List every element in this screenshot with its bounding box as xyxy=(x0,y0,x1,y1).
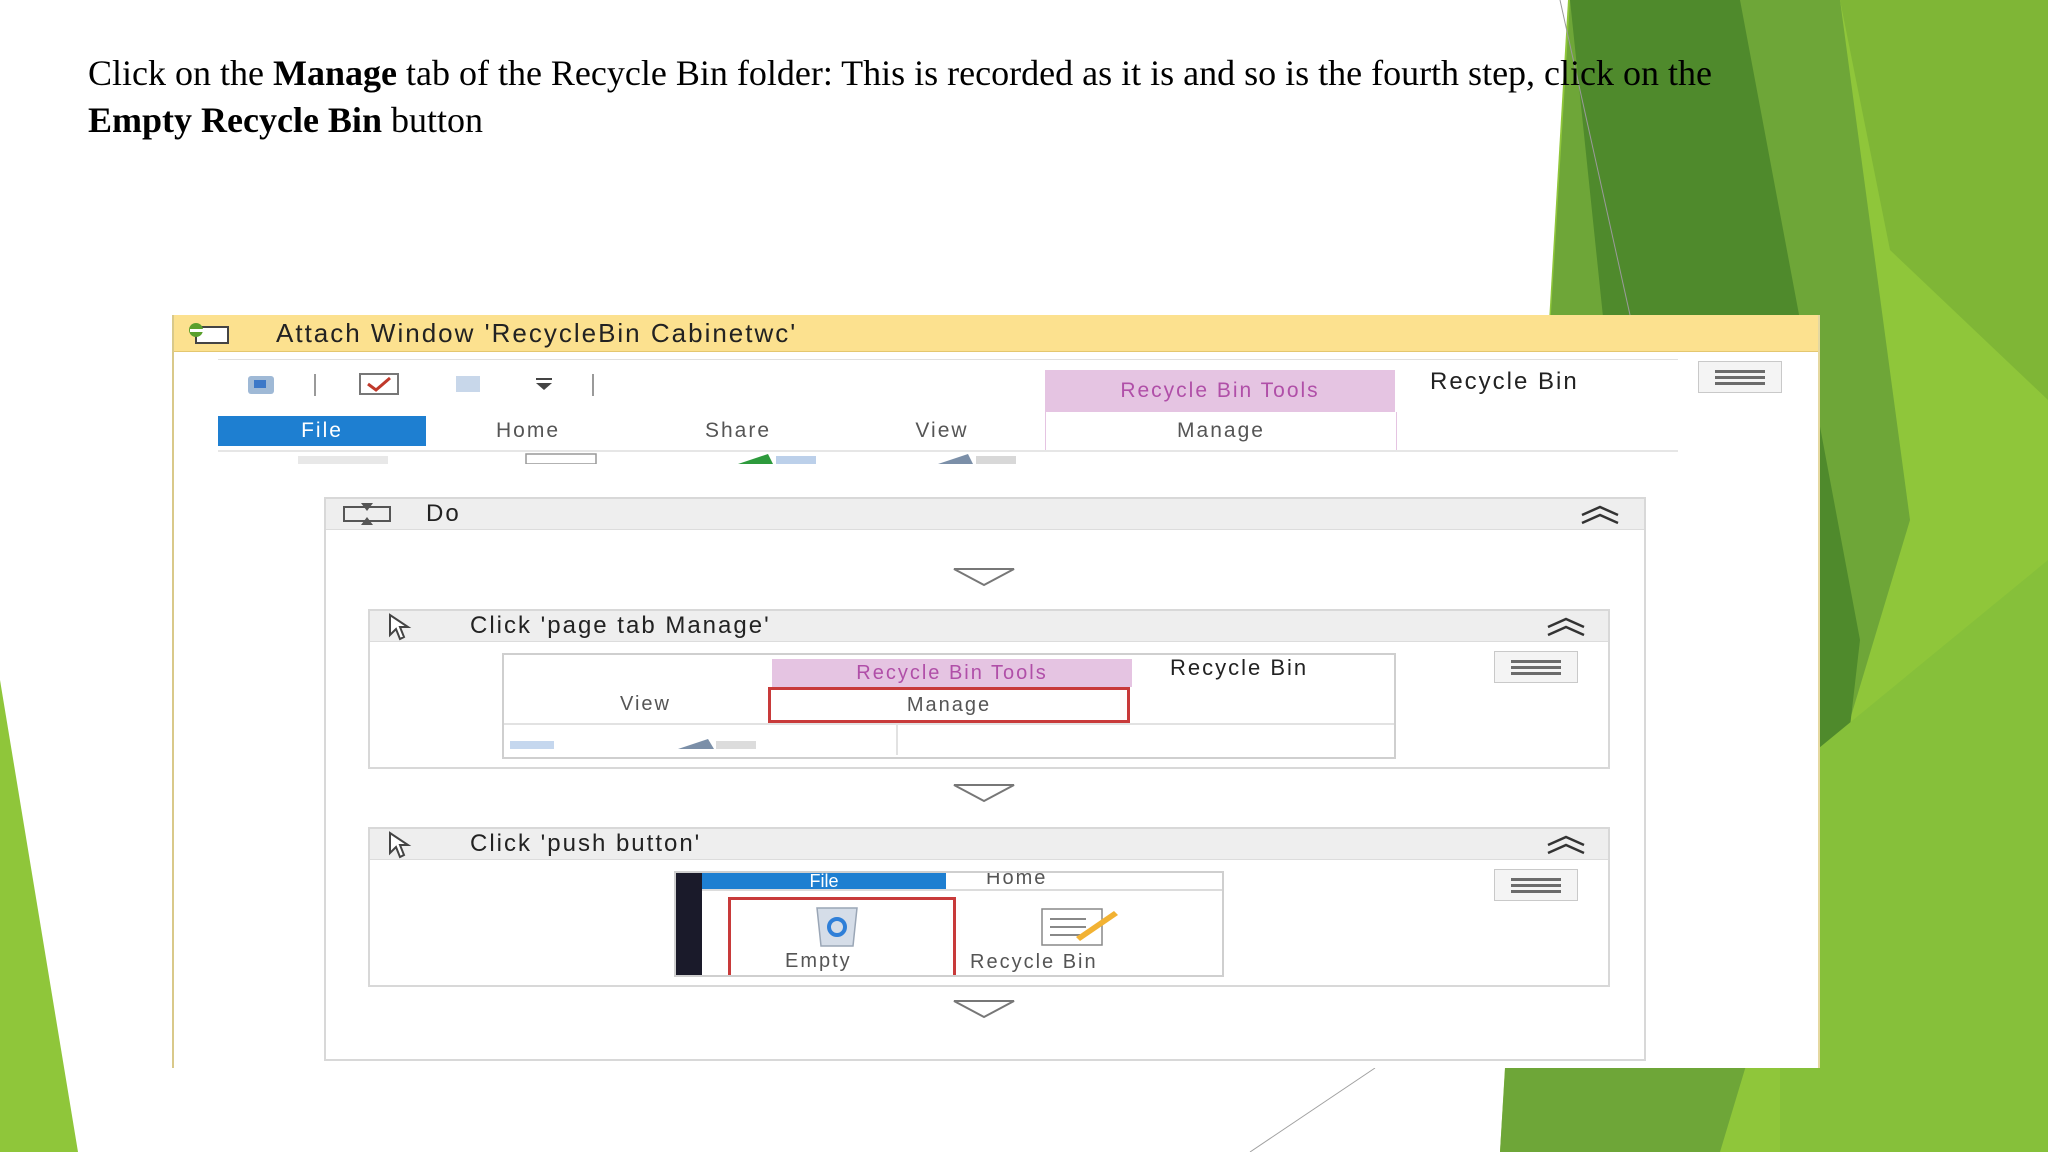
recorder-screenshot: Attach Window 'RecycleBin Cabinetwc' Rec… xyxy=(172,315,1820,1068)
qa-separator-2 xyxy=(592,374,594,396)
click-cursor-icon-2 xyxy=(389,831,412,859)
thumb-ribbon-divider-2 xyxy=(896,725,898,755)
thumb-empty-label: Empty xyxy=(785,950,852,972)
thumb-empty-button-highlighted: Empty xyxy=(728,897,956,975)
caption-manage: Manage xyxy=(272,53,397,93)
tab-manage[interactable]: Manage xyxy=(1045,412,1397,450)
do-block-label: Do xyxy=(426,500,461,527)
slide-caption: Click on the Manage tab of the Recycle B… xyxy=(88,50,1888,144)
thumb-ribbon-commands-cut-off xyxy=(510,739,756,749)
manage-tab-thumbnail: Recycle Bin Tools Recycle Bin View Manag… xyxy=(502,653,1396,759)
flow-arrow-down-icon xyxy=(953,568,1015,587)
tab-share[interactable]: Share xyxy=(658,416,818,446)
new-folder-icon[interactable] xyxy=(450,372,486,396)
step-click-push-button: Click 'push button' File Home Empty Recy… xyxy=(368,827,1610,987)
tab-home[interactable]: Home xyxy=(448,416,608,446)
caption-text-1: Click on the xyxy=(88,53,273,93)
do-sequence-icon xyxy=(343,503,391,525)
properties-check-icon[interactable] xyxy=(356,370,402,398)
qa-separator xyxy=(314,374,316,396)
collapse-step-icon[interactable] xyxy=(1546,615,1586,637)
thumb-ribbon-line xyxy=(702,889,1222,891)
flow-arrow-down-icon-2 xyxy=(953,784,1015,803)
empty-recycle-bin-icon xyxy=(816,907,858,947)
do-block: Do Click 'page tab Manage' Recycle Bin T… xyxy=(324,497,1646,1061)
collapse-do-icon[interactable] xyxy=(1580,503,1620,525)
bg-shape-left-triangle xyxy=(0,680,78,1152)
ribbon-commands-cut-off xyxy=(298,453,1016,464)
thumb-home-tab: Home xyxy=(986,871,1048,889)
step-click-manage-label: Click 'page tab Manage' xyxy=(470,612,771,639)
caption-text-2: tab of the Recycle Bin folder: This is r… xyxy=(396,53,1712,93)
recycle-bin-tools-header: Recycle Bin Tools xyxy=(1045,370,1395,412)
flow-arrow-down-icon-3 xyxy=(953,1000,1015,1019)
tab-view[interactable]: View xyxy=(862,416,1022,446)
push-button-thumbnail: File Home Empty Recycle Bin xyxy=(674,871,1224,977)
step-click-push-header[interactable]: Click 'push button' xyxy=(370,829,1608,860)
attach-window-title-bar: Attach Window 'RecycleBin Cabinetwc' xyxy=(174,315,1818,352)
step-click-manage-header[interactable]: Click 'page tab Manage' xyxy=(370,611,1608,642)
do-block-header[interactable]: Do xyxy=(326,499,1644,530)
step-menu-button[interactable] xyxy=(1494,651,1578,683)
thumb-file-tab: File xyxy=(702,873,946,889)
bg-thin-line-bottom xyxy=(1249,1067,1376,1152)
thumb-recycle-bin-title: Recycle Bin xyxy=(1170,655,1309,680)
thumb-view-tab: View xyxy=(620,693,671,715)
step-click-push-label: Click 'push button' xyxy=(470,830,702,857)
thumb-dark-edge xyxy=(676,873,702,975)
recycle-bin-small-icon[interactable] xyxy=(240,372,282,398)
thumb-manage-tab-highlighted: Manage xyxy=(768,687,1130,723)
attach-window-icon xyxy=(189,323,229,344)
explorer-ribbon: Recycle Bin Tools Recycle Bin File Home … xyxy=(218,359,1678,464)
thumb-recycle-bin-tools: Recycle Bin Tools xyxy=(772,659,1132,687)
recycle-bin-properties-icon xyxy=(1041,908,1118,946)
thumb-recycle-bin-label: Recycle Bin xyxy=(970,951,1098,973)
window-menu-button[interactable] xyxy=(1698,361,1782,393)
caption-text-3: button xyxy=(381,100,483,140)
step-menu-button-2[interactable] xyxy=(1494,869,1578,901)
attach-window-title: Attach Window 'RecycleBin Cabinetwc' xyxy=(276,318,798,348)
recycle-bin-window-title: Recycle Bin xyxy=(1430,368,1579,395)
tab-file[interactable]: File xyxy=(218,416,426,446)
customize-dropdown-icon[interactable] xyxy=(530,376,558,392)
collapse-step-icon-2[interactable] xyxy=(1546,833,1586,855)
step-click-manage-tab: Click 'page tab Manage' Recycle Bin Tool… xyxy=(368,609,1610,769)
click-cursor-icon xyxy=(389,613,412,641)
caption-empty-recycle-bin: Empty Recycle Bin xyxy=(88,100,382,140)
thumb-ribbon-divider xyxy=(504,723,1394,725)
